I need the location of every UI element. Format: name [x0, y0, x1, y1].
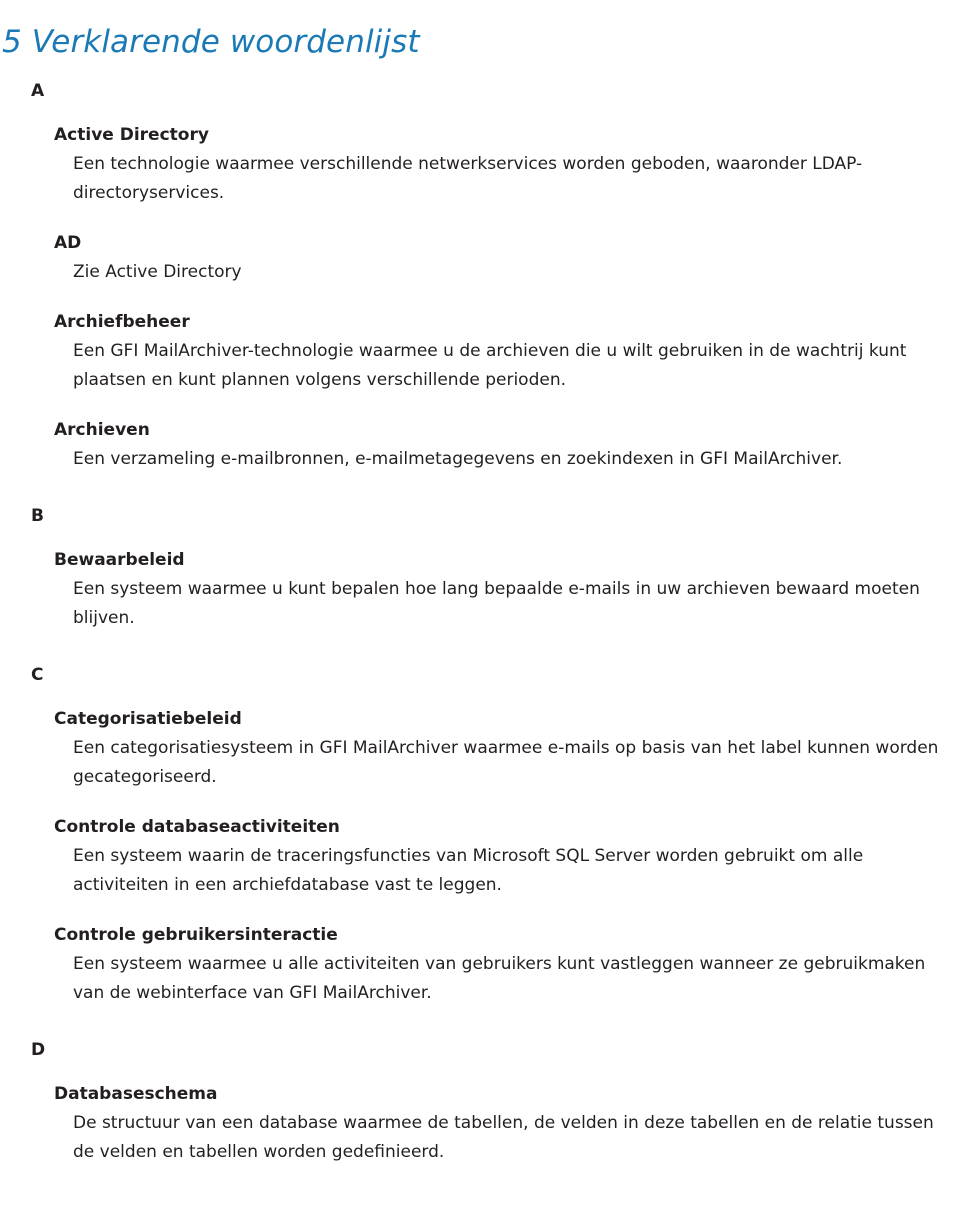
glossary-entry: Archiefbeheer Een GFI MailArchiver-techno…: [0, 310, 960, 395]
glossary-definition: Een GFI MailArchiver-technologie waarmee…: [73, 341, 907, 390]
glossary-term: Bewaarbeleid: [54, 550, 185, 570]
document-page: 5 Verklarende woordenlijst A Active Direc…: [0, 0, 960, 1207]
glossary-term: Controle databaseactiviteiten: [54, 817, 340, 837]
glossary-entry: Databaseschema De structuur van een datab…: [0, 1082, 960, 1167]
glossary-entry: Controle databaseactiviteiten Een systeem…: [0, 815, 960, 900]
glossary-entry: Bewaarbeleid Een systeem waarmee u kunt b…: [0, 548, 960, 633]
glossary-entry: Controle gebruikersinteractie Een systeem…: [0, 923, 960, 1008]
alpha-group: B Bewaarbeleid Een systeem waarmee u kunt …: [0, 505, 960, 633]
glossary-content: A Active Directory Een technologie waarmee…: [0, 80, 960, 1167]
glossary-entry: Categorisatiebeleid Een categorisatiesyst…: [0, 707, 960, 792]
page-title: 5 Verklarende woordenlijst: [2, 23, 420, 60]
alpha-letter-heading: B: [31, 506, 44, 526]
glossary-entry: Archieven Een verzameling e-mailbronnen, …: [0, 418, 960, 474]
glossary-definition: Een systeem waarin de traceringsfuncties…: [73, 846, 864, 895]
glossary-term: Categorisatiebeleid: [54, 709, 242, 729]
glossary-term: AD: [54, 233, 82, 253]
alpha-group: D Databaseschema De structuur van een data…: [0, 1039, 960, 1167]
alpha-group: A Active Directory Een technologie waarmee…: [0, 80, 960, 474]
glossary-term: Active Directory: [54, 125, 209, 145]
glossary-definition: Een systeem waarmee u alle activiteiten …: [73, 954, 926, 1003]
glossary-definition: Een technologie waarmee verschillende ne…: [73, 154, 863, 203]
alpha-letter-heading: A: [31, 81, 45, 101]
alpha-letter-heading: C: [31, 665, 44, 685]
glossary-term: Archiefbeheer: [54, 312, 190, 332]
glossary-term: Archieven: [54, 420, 150, 440]
glossary-definition: Een categorisatiesysteem in GFI MailArch…: [73, 738, 939, 787]
glossary-definition: Een verzameling e-mailbronnen, e-mailmet…: [73, 449, 843, 469]
glossary-term: Controle gebruikersinteractie: [54, 925, 338, 945]
glossary-entry: Active Directory Een technologie waarmee …: [0, 123, 960, 208]
alpha-group: C Categorisatiebeleid Een categorisatiesys…: [0, 664, 960, 1008]
glossary-definition: Zie Active Directory: [73, 262, 242, 282]
glossary-entry: AD Zie Active Directory: [0, 231, 960, 287]
alpha-letter-heading: D: [31, 1040, 46, 1060]
glossary-definition: Een systeem waarmee u kunt bepalen hoe l…: [73, 579, 920, 628]
glossary-term: Databaseschema: [54, 1084, 218, 1104]
glossary-definition: De structuur van een database waarmee de…: [73, 1113, 934, 1162]
